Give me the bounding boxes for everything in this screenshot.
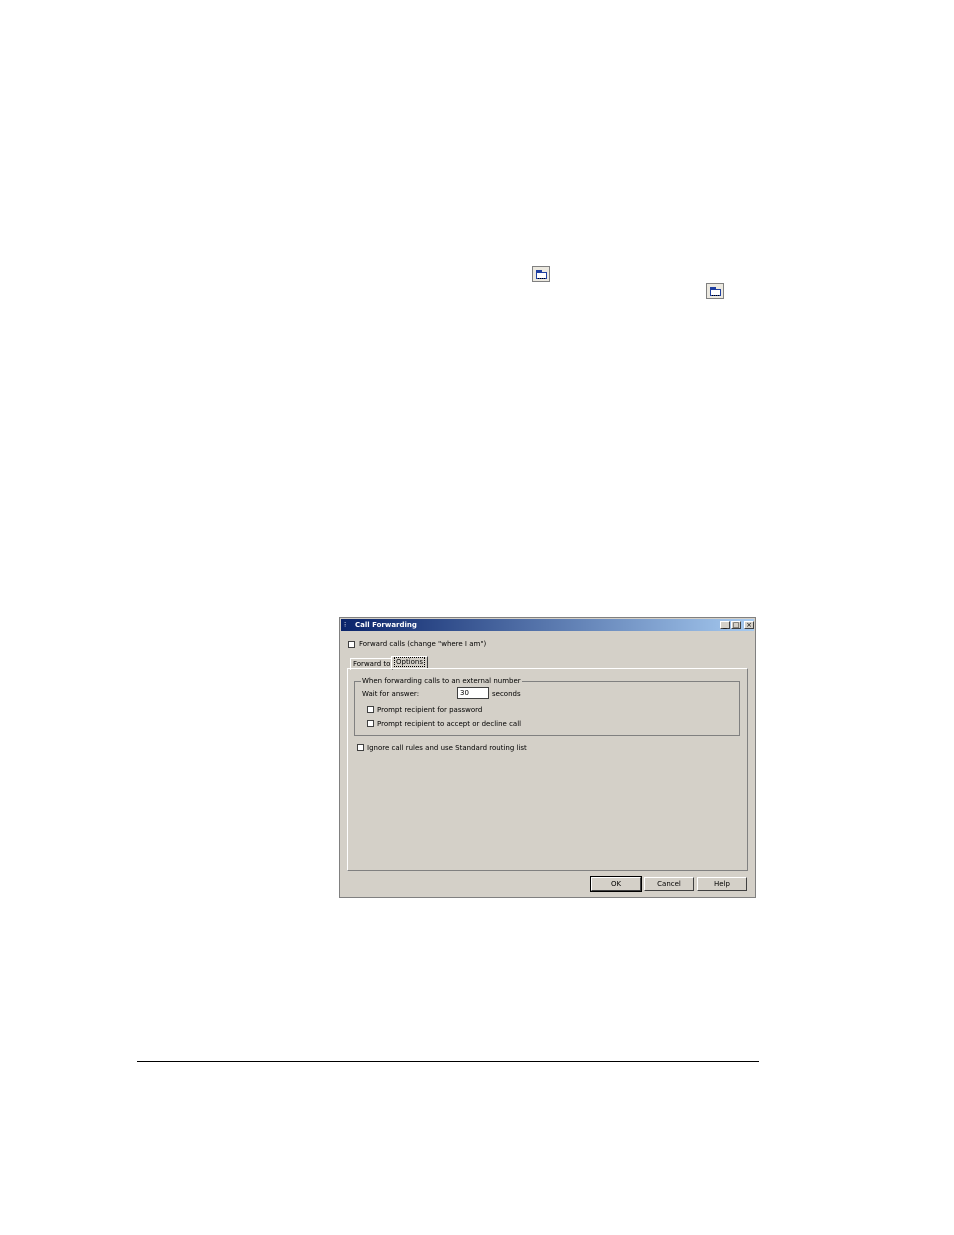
wait-for-answer-label: Wait for answer: bbox=[362, 690, 420, 698]
folder-button-2[interactable] bbox=[706, 283, 724, 299]
minimize-button[interactable]: _ bbox=[720, 621, 730, 629]
ignore-rules-label: Ignore call rules and use Standard routi… bbox=[367, 744, 527, 752]
prompt-password-label: Prompt recipient for password bbox=[377, 706, 483, 714]
group-title: When forwarding calls to an external num… bbox=[361, 677, 522, 685]
prompt-password-checkbox[interactable] bbox=[367, 706, 374, 713]
forward-calls-label: Forward calls (change "where I am") bbox=[359, 640, 487, 648]
ignore-rules-checkbox[interactable] bbox=[357, 744, 364, 751]
cancel-button[interactable]: Cancel bbox=[644, 877, 694, 891]
call-forwarding-dialog: ⁝ Call Forwarding _ □ × Forward calls (c… bbox=[339, 617, 756, 898]
footer-rule bbox=[137, 1061, 759, 1062]
dialog-title: Call Forwarding bbox=[355, 621, 417, 629]
tab-options-label: Options bbox=[394, 657, 426, 667]
tab-options[interactable]: Options bbox=[391, 656, 429, 668]
seconds-label: seconds bbox=[492, 690, 521, 698]
help-button[interactable]: Help bbox=[697, 877, 747, 891]
folder-button-1[interactable] bbox=[532, 266, 550, 282]
title-bar: ⁝ Call Forwarding _ □ × bbox=[341, 619, 754, 631]
app-icon: ⁝ bbox=[344, 621, 347, 629]
maximize-button[interactable]: □ bbox=[731, 621, 741, 629]
wait-seconds-input[interactable]: 30 bbox=[457, 687, 489, 699]
close-button[interactable]: × bbox=[744, 621, 754, 629]
ok-button[interactable]: OK bbox=[590, 876, 642, 892]
forward-calls-checkbox[interactable] bbox=[348, 641, 355, 648]
prompt-accept-checkbox[interactable] bbox=[367, 720, 374, 727]
tab-forward-to-label: Forward to bbox=[353, 660, 391, 668]
prompt-accept-label: Prompt recipient to accept or decline ca… bbox=[377, 720, 522, 728]
